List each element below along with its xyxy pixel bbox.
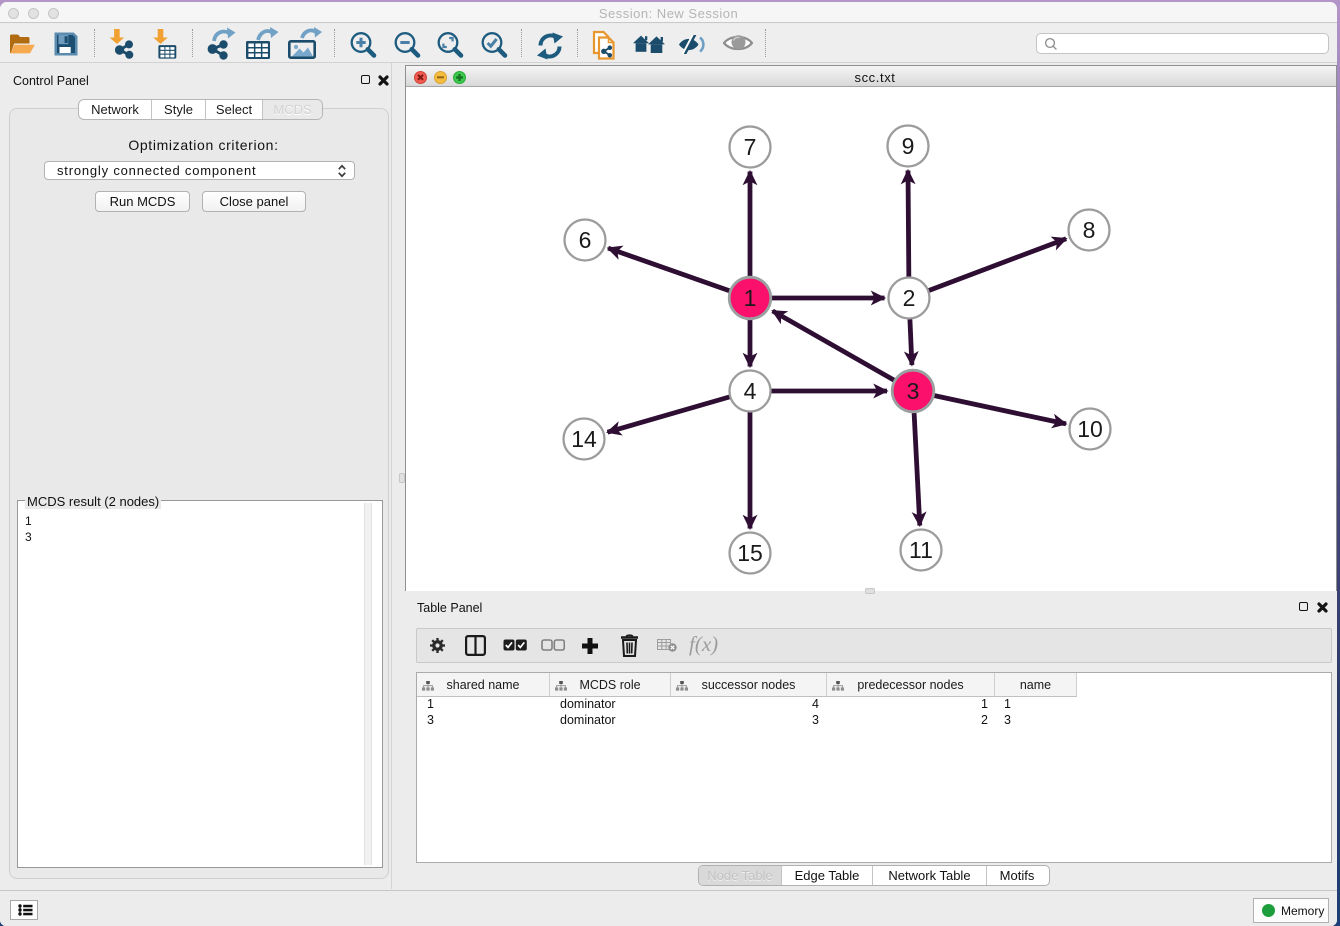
svg-text:1: 1 (744, 285, 757, 311)
svg-text:9: 9 (902, 133, 915, 159)
svg-text:2: 2 (903, 285, 916, 311)
svg-text:4: 4 (744, 378, 757, 404)
svg-text:14: 14 (571, 426, 597, 452)
svg-text:15: 15 (737, 540, 763, 566)
svg-text:8: 8 (1083, 217, 1096, 243)
svg-text:11: 11 (909, 537, 933, 563)
svg-text:6: 6 (579, 227, 592, 253)
svg-text:10: 10 (1077, 416, 1103, 442)
svg-text:7: 7 (744, 134, 757, 160)
svg-text:3: 3 (907, 378, 920, 404)
